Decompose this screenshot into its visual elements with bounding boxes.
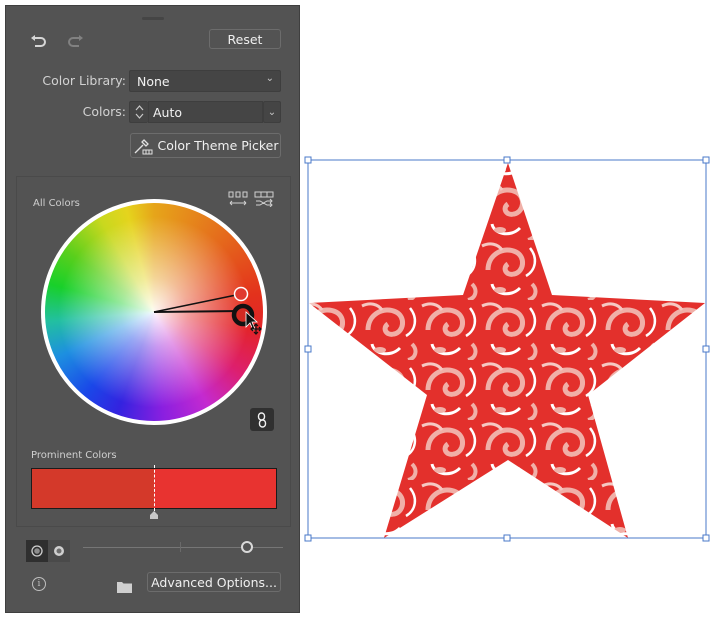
chevron-down-icon: ⌄ (265, 73, 274, 84)
brightness-slider-track[interactable] (83, 547, 283, 548)
resize-handle[interactable] (304, 156, 312, 164)
undo-icon (31, 35, 46, 47)
wheel-view-mode-group (26, 540, 70, 562)
colors-dropdown-button[interactable]: ⌄ (263, 101, 281, 123)
recolor-artwork-panel: Reset Color Library: None ⌄ Colors: Auto… (5, 5, 300, 613)
color-wheel[interactable] (41, 199, 267, 425)
artboard-canvas (300, 0, 713, 620)
selected-color-line (153, 293, 242, 313)
chevron-down-icon: ⌄ (267, 106, 277, 118)
folder-icon[interactable] (117, 581, 132, 593)
color-theme-picker-label: Color Theme Picker (157, 138, 279, 153)
resize-handle[interactable] (702, 156, 710, 164)
colors-label: Colors: (82, 104, 126, 119)
selected-color-handle[interactable] (233, 286, 249, 302)
redo-button[interactable] (64, 32, 86, 52)
resize-handle[interactable] (503, 156, 511, 164)
color-wheel-section: All Colors Prominent Colors (16, 176, 291, 527)
artwork-svg[interactable] (300, 0, 713, 620)
prominent-colors-divider (154, 465, 155, 511)
color-library-label: Color Library: (42, 73, 126, 88)
brightness-slider-thumb[interactable] (241, 541, 253, 553)
advanced-options-button[interactable]: Advanced Options... (147, 572, 281, 592)
prominent-color-swatch[interactable] (32, 469, 154, 508)
panel-grip[interactable] (142, 17, 164, 20)
wheel-handles-overlay (153, 286, 262, 335)
prominent-colors-label: Prominent Colors (31, 450, 117, 461)
colors-value: Auto (153, 104, 183, 120)
star-shape[interactable] (309, 163, 705, 538)
segmented-wheel-button[interactable] (48, 540, 70, 562)
smooth-wheel-icon (31, 545, 43, 557)
prominent-color-swatch[interactable] (154, 469, 276, 508)
smooth-wheel-button[interactable] (26, 540, 48, 562)
resize-handle[interactable] (304, 345, 312, 353)
info-icon[interactable]: i (32, 577, 46, 591)
segmented-wheel-icon (54, 546, 64, 556)
link-harmony-icon (257, 411, 267, 428)
link-harmony-button[interactable] (250, 408, 274, 431)
base-color-line (153, 310, 242, 313)
color-theme-picker-button[interactable]: Color Theme Picker (130, 133, 281, 158)
eyedropper-icon (134, 138, 153, 154)
color-library-select[interactable]: None ⌄ (129, 70, 281, 92)
colors-select[interactable]: Auto (148, 101, 263, 123)
brightness-slider-center-tick (180, 542, 181, 552)
reset-button[interactable]: Reset (209, 29, 281, 49)
resize-handle[interactable] (304, 534, 312, 542)
resize-handle[interactable] (702, 534, 710, 542)
color-library-value: None (137, 73, 170, 89)
resize-handle[interactable] (503, 534, 511, 542)
stepper-arrows-icon (135, 105, 143, 119)
redo-icon (68, 35, 83, 47)
resize-handle[interactable] (702, 345, 710, 353)
colors-stepper[interactable] (129, 101, 148, 123)
undo-button[interactable] (28, 32, 50, 52)
prominent-colors-handle[interactable] (149, 511, 159, 519)
